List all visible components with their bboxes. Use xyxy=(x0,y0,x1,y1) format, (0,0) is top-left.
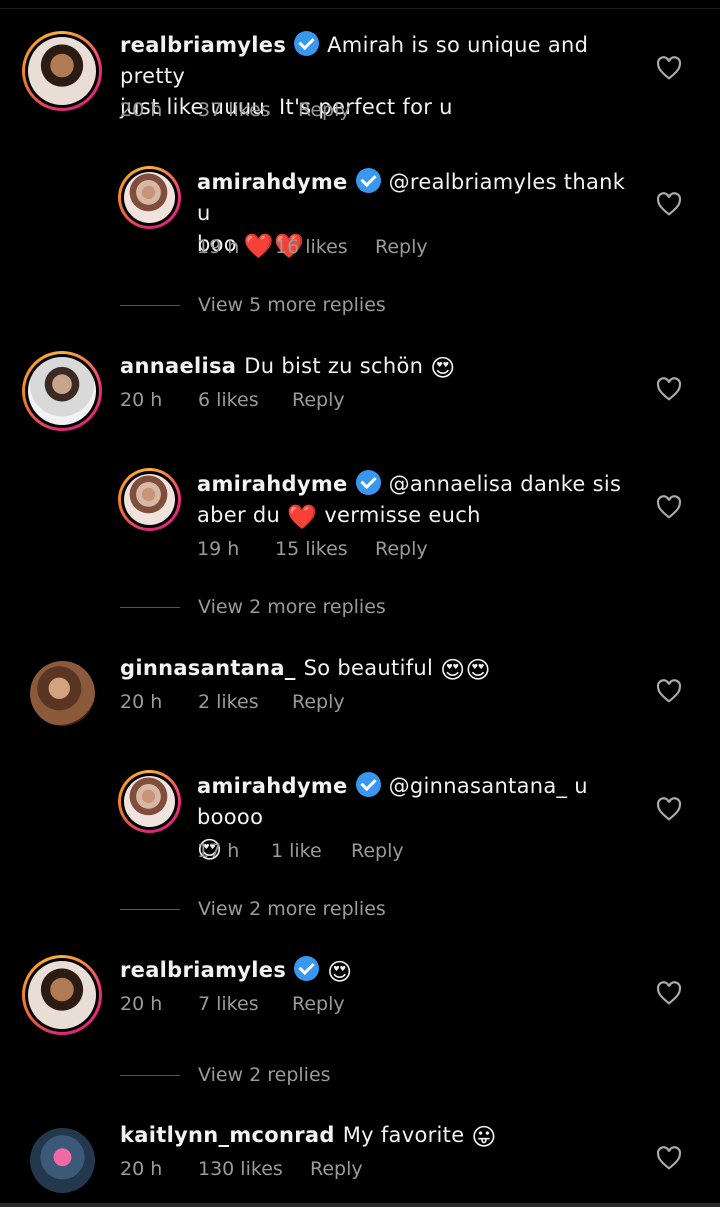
bottom-divider xyxy=(0,1203,720,1207)
comment-meta: 20 h 2 likes Reply xyxy=(120,691,345,713)
avatar[interactable] xyxy=(30,1128,95,1193)
avatar[interactable] xyxy=(22,955,102,1035)
like-heart-icon[interactable] xyxy=(656,192,682,216)
likes-count[interactable]: 37 likes xyxy=(198,99,298,121)
verified-badge-icon xyxy=(355,470,381,495)
timestamp: 20 h xyxy=(120,389,163,411)
comment-meta: 17 h 1 like Reply xyxy=(197,840,404,862)
comment-meta: 19 h 15 likes Reply xyxy=(197,538,428,560)
avatar[interactable] xyxy=(118,468,181,531)
comment-text: kaitlynn_mconrad My favorite 😛 xyxy=(120,1120,640,1151)
verified-badge-icon xyxy=(355,168,381,193)
comment-body: @annaelisa danke sis xyxy=(388,472,622,496)
verified-badge-icon xyxy=(355,772,381,797)
likes-count[interactable]: 16 likes xyxy=(275,236,375,258)
comment-text: amirahdyme @annaelisa danke sis aber du ❤… xyxy=(197,469,637,531)
avatar[interactable] xyxy=(118,770,181,833)
likes-count[interactable]: 15 likes xyxy=(275,538,375,560)
comment-text: annaelisa Du bist zu schön 😍 xyxy=(120,351,640,382)
username[interactable]: realbriamyles xyxy=(120,33,286,57)
timestamp: 20 h xyxy=(120,1158,163,1180)
timestamp: 17 h xyxy=(197,840,240,862)
comment-text: ginnasantana_ So beautiful 😍😍 xyxy=(120,653,640,684)
like-heart-icon[interactable] xyxy=(656,1146,682,1170)
comment-meta: 20 h 130 likes Reply xyxy=(120,1158,363,1180)
view-more-replies[interactable]: View 2 more replies xyxy=(120,596,386,618)
heart-eyes-emoji: 😍 xyxy=(430,354,456,382)
like-heart-icon[interactable] xyxy=(656,56,682,80)
tongue-emoji: 😛 xyxy=(471,1123,497,1151)
likes-count[interactable]: 2 likes xyxy=(198,691,292,713)
likes-count[interactable]: 1 like xyxy=(271,840,351,862)
comment-body: So beautiful xyxy=(303,656,434,680)
heart-eyes-emoji: 😍 xyxy=(327,958,353,986)
view-more-label[interactable]: View 2 more replies xyxy=(198,596,386,618)
reply-button[interactable]: Reply xyxy=(292,389,345,411)
username[interactable]: annaelisa xyxy=(120,354,236,378)
username[interactable]: amirahdyme xyxy=(197,774,348,798)
like-heart-icon[interactable] xyxy=(656,679,682,703)
timestamp: 19 h xyxy=(197,236,240,258)
reply-button[interactable]: Reply xyxy=(310,1158,363,1180)
comment-body-line2b: vermisse euch xyxy=(324,503,481,527)
comment-meta: 20 h 7 likes Reply xyxy=(120,993,345,1015)
username[interactable]: amirahdyme xyxy=(197,170,348,194)
avatar[interactable] xyxy=(30,661,95,726)
view-more-label[interactable]: View 2 more replies xyxy=(198,898,386,920)
timestamp: 20 h xyxy=(120,691,163,713)
comment-meta: 19 h 16 likes Reply xyxy=(197,236,428,258)
reply-button[interactable]: Reply xyxy=(292,993,345,1015)
username[interactable]: ginnasantana_ xyxy=(120,656,296,680)
reply-button[interactable]: Reply xyxy=(375,236,428,258)
comment-body-line2: aber du xyxy=(197,503,281,527)
view-more-replies[interactable]: View 2 more replies xyxy=(120,898,386,920)
username[interactable]: realbriamyles xyxy=(120,958,286,982)
like-heart-icon[interactable] xyxy=(656,377,682,401)
username[interactable]: amirahdyme xyxy=(197,472,348,496)
comment-body: My favorite xyxy=(342,1123,465,1147)
view-replies-label[interactable]: View 2 replies xyxy=(198,1064,331,1086)
comment-meta: 20 h 6 likes Reply xyxy=(120,389,345,411)
avatar[interactable] xyxy=(118,166,181,229)
heart-eyes-emoji: 😍😍 xyxy=(440,656,491,684)
reply-button[interactable]: Reply xyxy=(298,99,351,121)
like-heart-icon[interactable] xyxy=(656,797,682,821)
comment-meta: 20 h 37 likes Reply xyxy=(120,99,351,121)
username[interactable]: kaitlynn_mconrad xyxy=(120,1123,335,1147)
reply-button[interactable]: Reply xyxy=(292,691,345,713)
reply-button[interactable]: Reply xyxy=(375,538,428,560)
avatar[interactable] xyxy=(22,31,102,111)
verified-badge-icon xyxy=(294,31,320,56)
likes-count[interactable]: 6 likes xyxy=(198,389,292,411)
timestamp: 19 h xyxy=(197,538,240,560)
view-more-label[interactable]: View 5 more replies xyxy=(198,294,386,316)
timestamp: 20 h xyxy=(120,99,163,121)
heart-emoji: ❤️ xyxy=(287,503,318,531)
reply-button[interactable]: Reply xyxy=(351,840,404,862)
avatar[interactable] xyxy=(22,351,102,431)
top-divider xyxy=(0,0,720,9)
like-heart-icon[interactable] xyxy=(656,981,682,1005)
comment-body: Du bist zu schön xyxy=(244,354,424,378)
timestamp: 20 h xyxy=(120,993,163,1015)
likes-count[interactable]: 7 likes xyxy=(198,993,292,1015)
verified-badge-icon xyxy=(294,956,320,981)
like-heart-icon[interactable] xyxy=(656,495,682,519)
likes-count[interactable]: 130 likes xyxy=(198,1158,310,1180)
view-replies[interactable]: View 2 replies xyxy=(120,1064,331,1086)
view-more-replies[interactable]: View 5 more replies xyxy=(120,294,386,316)
comment-text: realbriamyles 😍 xyxy=(120,955,640,986)
